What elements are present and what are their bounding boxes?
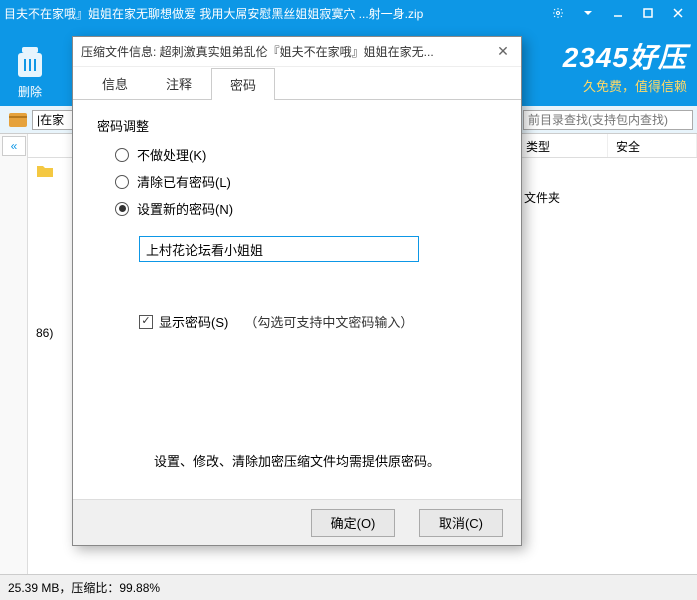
tab-password[interactable]: 密码 xyxy=(211,68,275,100)
ok-button[interactable]: 确定(O) xyxy=(311,509,395,537)
settings-icon[interactable] xyxy=(543,0,573,26)
dropdown-icon[interactable] xyxy=(573,0,603,26)
radio-icon xyxy=(115,202,129,216)
window-controls xyxy=(543,0,693,26)
show-password-row[interactable]: 显示密码(S) （勾选可支持中文密码输入） xyxy=(139,312,497,331)
radio-label: 清除已有密码(L) xyxy=(137,172,231,191)
panel-toggle-icon[interactable]: « xyxy=(2,136,26,156)
radio-label: 不做处理(K) xyxy=(137,145,206,164)
radio-set-password[interactable]: 设置新的密码(N) xyxy=(115,199,497,218)
show-password-hint: （勾选可支持中文密码输入） xyxy=(244,312,413,331)
status-text: 25.39 MB，压缩比：99.88% xyxy=(8,579,160,596)
brand-tagline: 久免费，值得信赖 xyxy=(563,76,687,95)
status-bar: 25.39 MB，压缩比：99.88% xyxy=(0,574,697,600)
radio-no-action[interactable]: 不做处理(K) xyxy=(115,145,497,164)
radio-clear-password[interactable]: 清除已有密码(L) xyxy=(115,172,497,191)
radio-icon xyxy=(115,175,129,189)
password-input[interactable] xyxy=(139,236,419,262)
window-titlebar: 目夫不在家哦』姐姐在家无聊想做爱 我用大屌安慰黑丝姐姐寂寞穴 ...射一身.zi… xyxy=(0,0,697,26)
delete-label: 删除 xyxy=(18,85,42,99)
maximize-icon[interactable] xyxy=(633,0,663,26)
dialog-titlebar: 压缩文件信息: 超刺激真实姐弟乱伦『姐夫不在家哦』姐姐在家无... ✕ xyxy=(73,37,521,67)
tab-info[interactable]: 信息 xyxy=(83,67,147,99)
dialog-note: 设置、修改、清除加密压缩文件均需提供原密码。 xyxy=(97,451,497,470)
column-security[interactable]: 安全 xyxy=(608,134,697,157)
delete-button[interactable]: 删除 xyxy=(0,33,60,100)
archive-icon xyxy=(8,112,28,128)
column-type[interactable]: 类型 xyxy=(518,134,608,157)
radio-icon xyxy=(115,148,129,162)
dialog-tabs: 信息 注释 密码 xyxy=(73,67,521,100)
radio-label: 设置新的密码(N) xyxy=(137,199,233,218)
file-type-cell: 文件夹 xyxy=(524,189,560,206)
search-input[interactable] xyxy=(523,110,693,130)
dialog-close-icon[interactable]: ✕ xyxy=(493,43,513,60)
cancel-button[interactable]: 取消(C) xyxy=(419,509,503,537)
archive-info-dialog: 压缩文件信息: 超刺激真实姐弟乱伦『姐夫不在家哦』姐姐在家无... ✕ 信息 注… xyxy=(72,36,522,546)
close-icon[interactable] xyxy=(663,0,693,26)
folder-icon xyxy=(36,164,54,178)
left-panel: « xyxy=(0,134,28,574)
file-name-cell: 86) xyxy=(36,326,53,340)
show-password-label: 显示密码(S) xyxy=(159,312,228,331)
dialog-button-bar: 确定(O) 取消(C) xyxy=(73,499,521,545)
brand-area: 2345好压 久免费，值得信赖 xyxy=(563,36,687,95)
trash-icon xyxy=(10,41,50,81)
dialog-title: 压缩文件信息: 超刺激真实姐弟乱伦『姐夫不在家哦』姐姐在家无... xyxy=(81,43,493,60)
minimize-icon[interactable] xyxy=(603,0,633,26)
window-title: 目夫不在家哦』姐姐在家无聊想做爱 我用大屌安慰黑丝姐姐寂寞穴 ...射一身.zi… xyxy=(4,5,543,22)
dialog-body: 密码调整 不做处理(K) 清除已有密码(L) 设置新的密码(N) 显示密码(S)… xyxy=(73,100,521,486)
brand-logo: 2345好压 xyxy=(563,36,687,76)
checkbox-icon xyxy=(139,315,153,329)
tab-comment[interactable]: 注释 xyxy=(147,67,211,99)
password-group-title: 密码调整 xyxy=(97,116,497,135)
